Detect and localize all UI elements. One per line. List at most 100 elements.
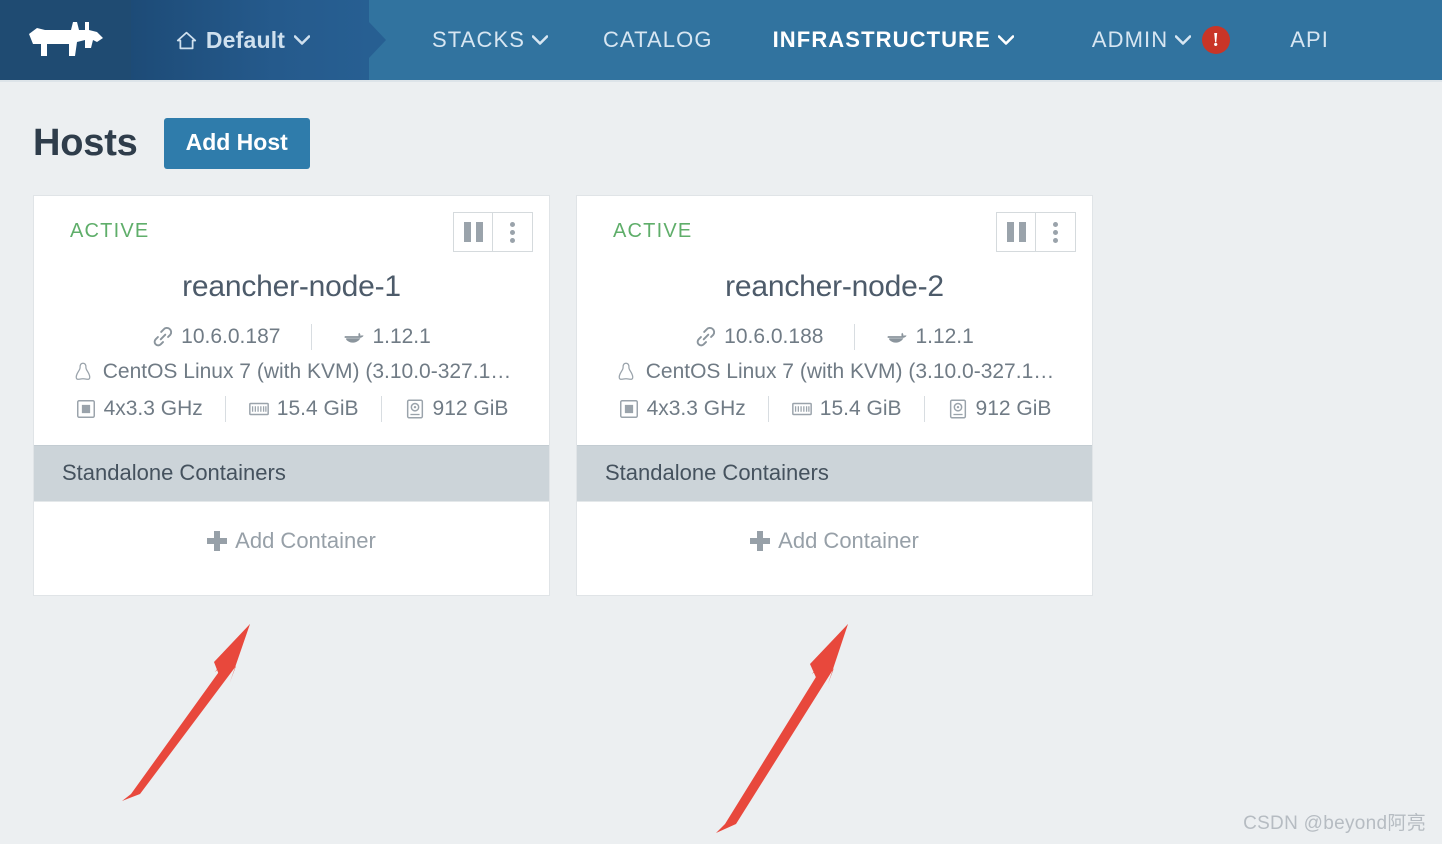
- host-memory: 15.4 GiB: [248, 397, 359, 421]
- home-icon: [176, 31, 196, 49]
- host-network-row: 10.6.0.188 1.12.1: [593, 324, 1076, 350]
- host-specs-row: 4x3.3 GHz 15.4 GiB 912 GiB: [50, 396, 533, 422]
- add-container-button[interactable]: Add Container: [577, 501, 1092, 579]
- host-menu-button[interactable]: [1036, 212, 1076, 252]
- nav-item-stacks-label: STACKS: [432, 27, 525, 52]
- add-container-label: Add Container: [235, 527, 376, 553]
- pause-host-button[interactable]: [996, 212, 1036, 252]
- host-specs-row: 4x3.3 GHz 15.4 GiB 912 GiB: [593, 396, 1076, 422]
- host-menu-button[interactable]: [493, 212, 533, 252]
- environment-label: Default: [205, 26, 286, 53]
- annotation-arrow: [716, 624, 848, 833]
- chevron-down-icon: [532, 35, 548, 45]
- memory-icon: [248, 402, 269, 416]
- standalone-containers-header: Standalone Containers: [34, 445, 549, 501]
- admin-alert-badge[interactable]: !: [1202, 26, 1231, 54]
- host-ip: 10.6.0.188: [695, 325, 823, 349]
- linux-tux-icon: [75, 362, 91, 380]
- chevron-down-icon: [1175, 35, 1192, 45]
- host-memory-value: 15.4 GiB: [276, 397, 359, 420]
- host-os-value: CentOS Linux 7 (with KVM) (3.10.0-327.1…: [102, 360, 512, 383]
- docker-whale-icon: [888, 332, 908, 343]
- kebab-menu-icon: [1053, 221, 1058, 243]
- top-navigation-bar: Default STACKS CATALOG INFRASTRUCTURE AD…: [0, 0, 1442, 82]
- divider: [854, 324, 856, 350]
- pause-icon: [1006, 222, 1026, 242]
- nav-item-admin[interactable]: ADMIN !: [1091, 26, 1231, 54]
- host-memory: 15.4 GiB: [791, 397, 902, 421]
- plus-icon: [750, 530, 771, 551]
- host-card-header: ACTIVE: [593, 212, 1076, 252]
- host-docker-version-value: 1.12.1: [372, 325, 431, 348]
- host-card[interactable]: ACTIVE reancher-node-2 10.6.0.188 1.12.1…: [576, 195, 1093, 596]
- host-cpu-value: 4x3.3 GHz: [103, 397, 203, 420]
- host-actions: [996, 212, 1076, 252]
- host-disk-value: 912 GiB: [432, 397, 509, 420]
- hosts-list: ACTIVE reancher-node-1 10.6.0.187 1.12.1…: [0, 169, 1442, 596]
- page-header: Hosts Add Host: [0, 82, 1442, 169]
- nav-item-infrastructure-label: INFRASTRUCTURE: [772, 27, 991, 52]
- host-os-value: CentOS Linux 7 (with KVM) (3.10.0-327.1…: [645, 360, 1055, 383]
- host-cpu: 4x3.3 GHz: [75, 397, 203, 421]
- add-container-label: Add Container: [778, 527, 919, 553]
- cpu-icon: [76, 400, 95, 418]
- host-docker-version: 1.12.1: [886, 325, 974, 349]
- nav-item-catalog-label: CATALOG: [603, 27, 713, 52]
- status-badge: ACTIVE: [613, 220, 693, 242]
- divider: [311, 324, 313, 350]
- nav-item-catalog[interactable]: CATALOG: [603, 27, 713, 53]
- host-os-row: CentOS Linux 7 (with KVM) (3.10.0-327.1…: [50, 360, 533, 384]
- nav-item-api-label: API: [1290, 27, 1330, 52]
- docker-whale-icon: [345, 332, 365, 343]
- kebab-menu-icon: [510, 221, 515, 243]
- host-disk: 912 GiB: [947, 397, 1052, 421]
- host-cpu: 4x3.3 GHz: [618, 397, 746, 421]
- chevron-down-icon: [294, 35, 311, 45]
- host-os-row: CentOS Linux 7 (with KVM) (3.10.0-327.1…: [593, 360, 1076, 384]
- host-ip-value: 10.6.0.188: [724, 325, 824, 348]
- pause-host-button[interactable]: [453, 212, 493, 252]
- card-spacer: [50, 579, 533, 595]
- logo-home-link[interactable]: [0, 0, 131, 80]
- divider: [767, 396, 769, 422]
- main-nav-items: STACKS CATALOG INFRASTRUCTURE ADMIN ! AP…: [369, 0, 1442, 80]
- link-icon: [153, 327, 173, 347]
- plus-icon: [207, 530, 228, 551]
- cpu-icon: [619, 400, 638, 418]
- pause-icon: [463, 222, 483, 242]
- chevron-down-icon: [997, 35, 1014, 45]
- add-container-button[interactable]: Add Container: [34, 501, 549, 579]
- divider: [923, 396, 925, 422]
- watermark: CSDN @beyond阿亮: [1243, 813, 1426, 834]
- host-ip-value: 10.6.0.187: [181, 325, 281, 348]
- nav-item-infrastructure[interactable]: INFRASTRUCTURE: [773, 27, 1014, 53]
- host-docker-version-value: 1.12.1: [915, 325, 974, 348]
- host-cpu-value: 4x3.3 GHz: [646, 397, 746, 420]
- host-disk: 912 GiB: [404, 397, 509, 421]
- nav-item-stacks[interactable]: STACKS: [432, 27, 548, 53]
- rancher-cow-logo-icon: [28, 22, 103, 56]
- page-title: Hosts: [33, 122, 138, 164]
- card-spacer: [593, 579, 1076, 595]
- host-name[interactable]: reancher-node-1: [50, 270, 533, 304]
- host-docker-version: 1.12.1: [343, 325, 431, 349]
- host-actions: [453, 212, 533, 252]
- host-card-header: ACTIVE: [50, 212, 533, 252]
- linux-tux-icon: [618, 362, 634, 380]
- disk-icon: [406, 399, 423, 419]
- status-badge: ACTIVE: [70, 220, 150, 242]
- host-memory-value: 15.4 GiB: [819, 397, 902, 420]
- host-name[interactable]: reancher-node-2: [593, 270, 1076, 304]
- nav-item-admin-label: ADMIN: [1091, 27, 1169, 52]
- link-icon: [696, 327, 716, 347]
- annotation-arrow: [122, 624, 250, 801]
- host-disk-value: 912 GiB: [975, 397, 1052, 420]
- disk-icon: [949, 399, 966, 419]
- host-card[interactable]: ACTIVE reancher-node-1 10.6.0.187 1.12.1…: [33, 195, 550, 596]
- add-host-button[interactable]: Add Host: [163, 118, 310, 169]
- environment-selector[interactable]: Default: [131, 0, 369, 80]
- memory-icon: [791, 402, 812, 416]
- nav-item-api[interactable]: API: [1290, 27, 1329, 53]
- divider: [380, 396, 382, 422]
- host-network-row: 10.6.0.187 1.12.1: [50, 324, 533, 350]
